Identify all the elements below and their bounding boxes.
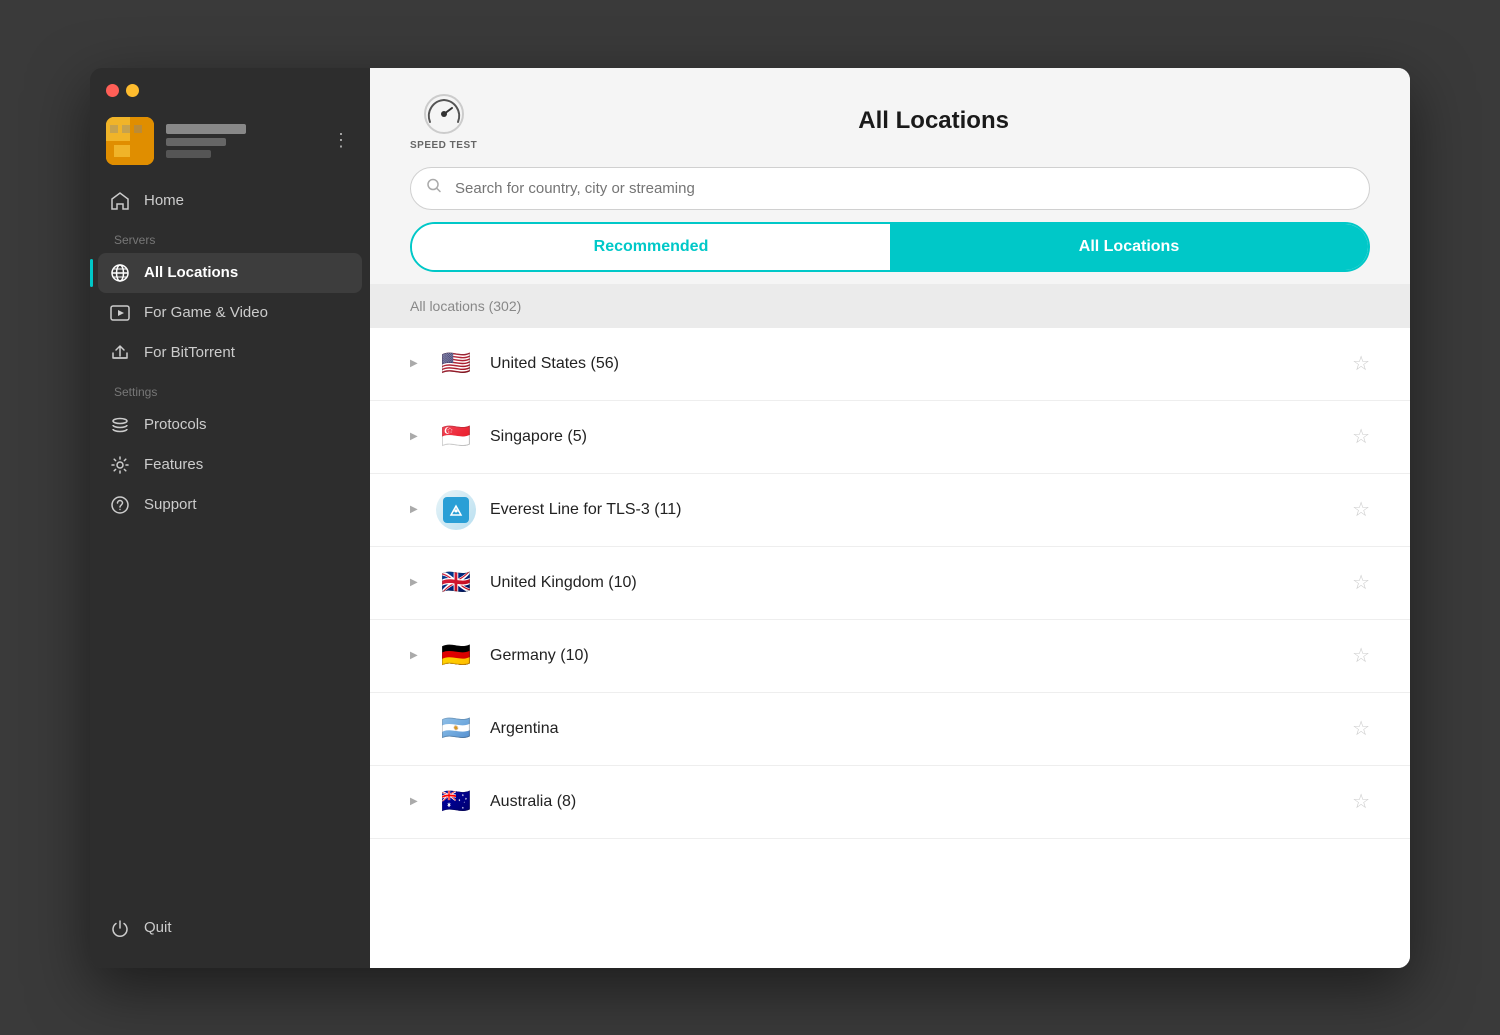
sidebar-bottom: Quit (90, 896, 370, 968)
flag-sg: 🇸🇬 (436, 417, 476, 457)
speed-test-gauge-icon (422, 92, 466, 136)
favorite-star-icon[interactable]: ☆ (1352, 789, 1370, 814)
play-icon (110, 303, 130, 323)
expand-arrow-icon: ▶ (410, 577, 422, 588)
user-info (166, 124, 316, 158)
favorite-star-icon[interactable]: ☆ (1352, 497, 1370, 522)
list-item[interactable]: ▶ Everest Line for TLS-3 (11) ☆ (370, 474, 1410, 547)
search-wrap (410, 167, 1370, 210)
list-item[interactable]: ▶ 🇦🇷 Argentina ☆ (370, 693, 1410, 766)
layers-icon (110, 415, 130, 435)
titlebar (90, 68, 370, 109)
user-section: ⋮ (90, 109, 370, 181)
user-extra (166, 150, 211, 158)
traffic-lights (106, 84, 139, 97)
app-window: ⋮ Home Servers (90, 68, 1410, 968)
settings-section-label: Settings (98, 373, 362, 405)
expand-arrow-icon: ▶ (410, 431, 422, 442)
list-item[interactable]: ▶ 🇸🇬 Singapore (5) ☆ (370, 401, 1410, 474)
power-icon (110, 918, 130, 938)
page-title: All Locations (497, 107, 1370, 135)
list-item[interactable]: ▶ 🇩🇪 Germany (10) ☆ (370, 620, 1410, 693)
active-indicator (90, 259, 93, 287)
user-name (166, 124, 246, 134)
tab-recommended[interactable]: Recommended (412, 224, 890, 270)
avatar (106, 117, 154, 165)
quit-label: Quit (144, 919, 172, 936)
search-input[interactable] (410, 167, 1370, 210)
sidebar-nav: Home Servers All Locations (90, 181, 370, 896)
location-name: Germany (10) (490, 647, 1338, 665)
close-button[interactable] (106, 84, 119, 97)
locations-list: ▶ 🇺🇸 United States (56) ☆ ▶ 🇸🇬 Singapore… (370, 328, 1410, 968)
speed-test-label: SPEED TEST (410, 140, 477, 151)
location-name: United Kingdom (10) (490, 574, 1338, 592)
expand-arrow-icon: ▶ (410, 650, 422, 661)
location-name: United States (56) (490, 355, 1338, 373)
main-content: SPEED TEST All Locations Recommended All… (370, 68, 1410, 968)
sidebar-item-home[interactable]: Home (98, 181, 362, 221)
sidebar: ⋮ Home Servers (90, 68, 370, 968)
location-name: Everest Line for TLS-3 (11) (490, 501, 1338, 519)
help-icon (110, 495, 130, 515)
flag-us: 🇺🇸 (436, 344, 476, 384)
globe-icon (110, 263, 130, 283)
avatar-image (106, 117, 154, 165)
expand-arrow-icon: ▶ (410, 504, 422, 515)
location-name: Australia (8) (490, 793, 1338, 811)
list-item[interactable]: ▶ 🇦🇺 Australia (8) ☆ (370, 766, 1410, 839)
minimize-button[interactable] (126, 84, 139, 97)
search-container (370, 167, 1410, 222)
servers-section-label: Servers (98, 221, 362, 253)
sidebar-item-features-label: Features (144, 456, 203, 473)
tabs-container: Recommended All Locations (370, 222, 1410, 272)
favorite-star-icon[interactable]: ☆ (1352, 351, 1370, 376)
more-menu-button[interactable]: ⋮ (328, 126, 354, 155)
sidebar-item-game-video[interactable]: For Game & Video (98, 293, 362, 333)
sidebar-item-all-locations[interactable]: All Locations (98, 253, 362, 293)
tab-wrapper: Recommended All Locations (410, 222, 1370, 272)
flag-au: 🇦🇺 (436, 782, 476, 822)
favorite-star-icon[interactable]: ☆ (1352, 716, 1370, 741)
sidebar-item-protocols[interactable]: Protocols (98, 405, 362, 445)
everest-icon (443, 497, 469, 523)
location-name: Argentina (490, 720, 1338, 738)
location-name: Singapore (5) (490, 428, 1338, 446)
home-icon (110, 191, 130, 211)
flag-ar: 🇦🇷 (436, 709, 476, 749)
upload-icon (110, 343, 130, 363)
tab-all-locations[interactable]: All Locations (890, 224, 1368, 270)
sidebar-item-game-video-label: For Game & Video (144, 304, 268, 321)
speed-test-button[interactable]: SPEED TEST (410, 92, 477, 151)
sidebar-item-bittorrent[interactable]: For BitTorrent (98, 333, 362, 373)
sidebar-item-home-label: Home (144, 192, 184, 209)
favorite-star-icon[interactable]: ☆ (1352, 570, 1370, 595)
search-icon (426, 178, 442, 199)
sidebar-item-features[interactable]: Features (98, 445, 362, 485)
user-subscription (166, 138, 226, 146)
expand-arrow-icon: ▶ (410, 358, 422, 369)
expand-arrow-icon: ▶ (410, 796, 422, 807)
sidebar-item-protocols-label: Protocols (144, 416, 207, 433)
main-header: SPEED TEST All Locations (370, 68, 1410, 167)
list-item[interactable]: ▶ 🇬🇧 United Kingdom (10) ☆ (370, 547, 1410, 620)
list-item[interactable]: ▶ 🇺🇸 United States (56) ☆ (370, 328, 1410, 401)
sidebar-item-support-label: Support (144, 496, 197, 513)
sidebar-item-all-locations-label: All Locations (144, 264, 238, 281)
gear-icon (110, 455, 130, 475)
flag-de: 🇩🇪 (436, 636, 476, 676)
favorite-star-icon[interactable]: ☆ (1352, 424, 1370, 449)
flag-everest (436, 490, 476, 530)
locations-count: All locations (302) (370, 284, 1410, 328)
flag-gb: 🇬🇧 (436, 563, 476, 603)
sidebar-item-support[interactable]: Support (98, 485, 362, 525)
quit-button[interactable]: Quit (98, 908, 362, 948)
favorite-star-icon[interactable]: ☆ (1352, 643, 1370, 668)
sidebar-item-bittorrent-label: For BitTorrent (144, 344, 235, 361)
